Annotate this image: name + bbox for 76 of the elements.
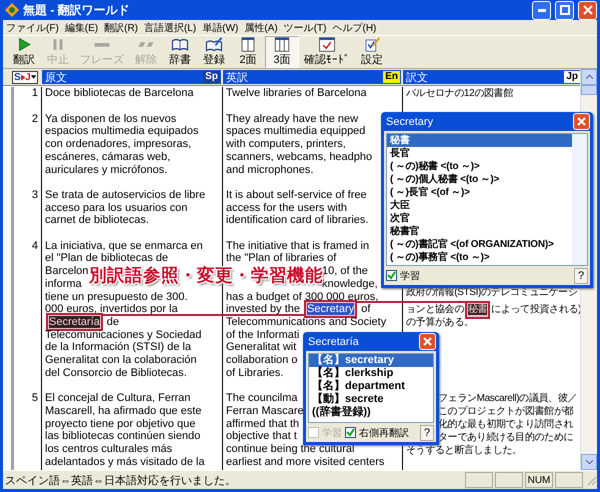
text-line: affirmed that th (226, 418, 300, 430)
text-line: objective that t (226, 430, 297, 443)
text-line: collaboration o (226, 354, 298, 367)
text-line: Secretaría de (45, 316, 120, 329)
text-line: バルセロナの12の図書館 (406, 87, 513, 100)
text-line: del Consorcio de Bibliotecas. (45, 366, 187, 380)
text-line: Generalitat con la colaboración (45, 354, 197, 367)
text-line: The initiative that is framed in (226, 240, 370, 252)
text-line: of Libraries. (226, 366, 284, 380)
text-line: adelantados y más visitado de la (45, 456, 205, 468)
text-line: scanners, webcams, headpho (226, 150, 372, 164)
text-line: los centros culturales más (45, 442, 172, 456)
text-line: carnet de bibliotecas. (45, 214, 149, 227)
text-line: Mascarell, ha afirmado que este (45, 404, 202, 418)
text-line: of the Informati (226, 328, 300, 342)
text-line: Telecomunicaciones y Sociedad (45, 328, 202, 342)
text-line: auriculares y micrófonos. (45, 164, 168, 176)
row-number: 3 (11, 188, 41, 240)
text-line: informa (45, 278, 82, 290)
text-line: Ferran Mascare (226, 404, 304, 418)
text-line: 化的な最も初期でより訪問され (438, 418, 574, 432)
text-line: It is about self-service of free (226, 188, 367, 202)
text-line: 10, of the (322, 265, 368, 278)
text-line: Barcelon (45, 265, 88, 278)
text-line: Se trata de autoservicios de libre (45, 188, 206, 202)
column-title: 訳文 (406, 70, 428, 84)
checkbox-label: 学習 (400, 270, 420, 282)
text-line: con ordenadores, impresoras, (45, 138, 192, 151)
popup-title: Secretaría (308, 336, 359, 348)
text-line: el "Plan de bibliotecas de (45, 252, 168, 266)
text-line: La iniciativa, que se enmarca en (45, 240, 203, 252)
column-title: 原文 (45, 70, 67, 84)
text-line: ョンと協会の 秘書 によって投資される) (406, 303, 580, 316)
checkbox-label: 学習 (322, 426, 342, 440)
text-line: The councilma (226, 392, 298, 405)
text-line: tiene un presupuesto de 300. (45, 290, 188, 304)
text-line: Doce bibliotecas de Barcelona (45, 87, 194, 100)
text-line: El concejal de Cultura, Ferran (45, 392, 191, 405)
text-line: with computers, printers, (226, 138, 346, 151)
text-line: escáneres, cámaras web, (45, 150, 170, 164)
language-badge: Sp (203, 71, 220, 83)
text-line: identification card of libraries. (226, 214, 368, 227)
status-indicator: NUM (525, 472, 553, 488)
text-line: ターであり続ける目的のために (438, 431, 574, 444)
text-line: espacios multimedia equipados (45, 125, 198, 138)
row-number: 4 (11, 240, 41, 392)
text-line: フェランMascarell)の議員、彼／ (438, 392, 578, 406)
row-number: 1 (11, 87, 41, 113)
text-line: proyecto tiene por objetivo que (45, 418, 196, 430)
text-line: このプロジェクトが図書館が都 (438, 405, 574, 418)
row-number: 2 (11, 112, 41, 189)
window-title: 無題 - 翻訳ワールド (23, 2, 131, 18)
text-line: earliest and more visited centers (226, 456, 384, 468)
text-line: and microphones. (226, 164, 314, 176)
text-line: de la Información (STSI) de la (45, 341, 192, 354)
text-line: continue being the cultural (226, 442, 354, 456)
text-line: そうすると断言しました。 (406, 444, 522, 458)
text-line: acceso para los usuarios con (45, 202, 188, 214)
text-line: spaces multimedia equipped (226, 125, 366, 138)
popup-title: Secretary (386, 116, 434, 128)
checkbox-label: 右側再翻訳 (359, 426, 409, 440)
status-text: スペイン語⇔英語⇔日本語対応を行いました。 (4, 474, 237, 488)
text-line: Telecommunications and Society (226, 316, 386, 329)
text-line: Generalitat wit (226, 341, 296, 354)
text-line: They already have the new (226, 112, 358, 126)
text-line: access for the users with (226, 202, 348, 214)
row-number: 5 (11, 392, 41, 470)
text-line: Twelve libraries of Barcelona (226, 87, 367, 100)
text-line: invested by the Secretary of (226, 303, 370, 316)
language-badge: En (383, 71, 400, 83)
text-line: las bibliotecas continúen siendo (45, 430, 200, 443)
text-line: the "Plan of libraries of (226, 252, 336, 266)
text-line: knowledge, (322, 278, 378, 290)
language-badge: Jp (564, 71, 580, 83)
column-title: 英訳 (226, 70, 248, 84)
text-line: Ya disponen de los nuevos (45, 112, 176, 126)
